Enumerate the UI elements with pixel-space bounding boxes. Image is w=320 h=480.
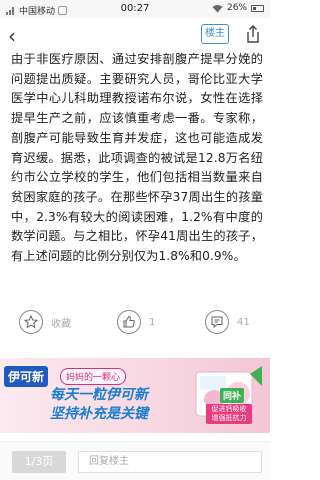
ad-brand-logo: 伊可新	[4, 366, 49, 387]
share-icon[interactable]	[244, 24, 262, 44]
battery-percent: 26%	[226, 3, 247, 13]
ad-product-tag: 促进钙吸收 增强抵抗力	[206, 404, 252, 424]
ad-banner[interactable]: 伊可新 妈妈的一颗心 每天一粒伊可新 坚持补充是关键 同补 促进钙吸收 增强抵抗…	[0, 358, 270, 433]
action-row: 收藏 1 41	[0, 310, 270, 344]
comment-action[interactable]: 41	[205, 310, 250, 334]
status-bar: 中国移动 00:27 26%	[0, 0, 270, 18]
nav-bar: ‹ 楼主	[0, 18, 270, 54]
thumbs-up-icon[interactable]	[117, 310, 141, 334]
ad-product-label: 同补	[220, 388, 245, 403]
reply-input[interactable]: 回复楼主	[78, 451, 262, 473]
ad-headline-2: 坚持补充是关键	[50, 406, 148, 422]
favorite-action[interactable]: 收藏	[19, 310, 71, 334]
star-icon[interactable]	[19, 310, 43, 334]
ad-headline-1: 每天一粒伊可新	[50, 387, 148, 403]
back-button[interactable]: ‹	[8, 24, 28, 48]
bottom-bar: 1/3页 回复楼主	[0, 441, 270, 480]
battery-icon	[251, 4, 264, 12]
like-count: 1	[149, 316, 156, 328]
comment-count: 41	[237, 316, 250, 328]
page-selector-button[interactable]: 1/3页	[12, 451, 66, 473]
status-right: 26%	[212, 3, 264, 13]
favorite-label: 收藏	[51, 318, 71, 330]
louzhu-button[interactable]: 楼主	[201, 24, 229, 44]
ad-slogan-small: 妈妈的一颗心	[60, 368, 127, 385]
comment-icon[interactable]	[205, 310, 229, 334]
like-action[interactable]: 1	[117, 310, 155, 334]
article-body: 由于非医疗原因、通过安排剖腹产提早分娩的问题提出质疑。主要研究人员，哥伦比亚大学…	[11, 52, 263, 264]
wifi-icon	[212, 4, 223, 12]
